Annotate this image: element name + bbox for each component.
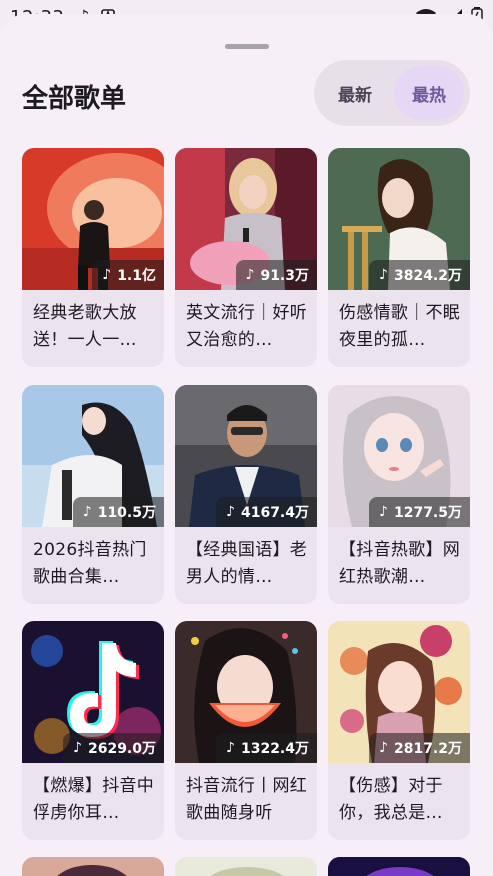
music-note-icon: ♪ bbox=[379, 267, 388, 283]
music-note-icon: ♪ bbox=[102, 267, 112, 283]
play-count: 2629.0万 bbox=[87, 741, 156, 757]
play-count: 1277.5万 bbox=[393, 505, 462, 521]
play-count-badge: ♪ 1322.4万 bbox=[216, 733, 317, 763]
play-count: 4167.4万 bbox=[240, 505, 309, 521]
playlist-title: 【抖音热歌】网红热歌潮… bbox=[339, 540, 461, 587]
playlist-cover: ♪ 2817.2万 bbox=[328, 621, 470, 763]
music-note-icon: ♪ bbox=[226, 504, 235, 520]
sort-toggle: 最新 最热 bbox=[314, 60, 470, 126]
playlist-cover: ♪ 2629.0万 bbox=[22, 621, 164, 763]
play-count-badge: ♪ 3824.2万 bbox=[369, 260, 470, 290]
play-count: 91.3万 bbox=[260, 268, 309, 284]
music-note-icon: ♪ bbox=[226, 740, 235, 756]
playlist-title: 【经典国语】老男人的情… bbox=[186, 540, 308, 587]
playlist-card[interactable]: ♪ 1.1亿 经典老歌大放送！一人一… bbox=[22, 148, 164, 367]
playlist-cover: ♪ 1.1亿 bbox=[22, 148, 164, 290]
music-note-icon: ♪ bbox=[82, 504, 92, 520]
playlist-title: 经典老歌大放送！一人一… bbox=[33, 303, 137, 350]
play-count: 2817.2万 bbox=[393, 741, 462, 757]
music-note-icon: ♪ bbox=[245, 267, 255, 283]
playlist-card[interactable]: ♪ 1322.4万 抖音流行丨网红歌曲随身听 bbox=[175, 621, 317, 840]
playlist-card[interactable]: ♪ 110.5万 2026抖音热门歌曲合集… bbox=[22, 385, 164, 604]
playlist-title: 英文流行｜好听又治愈的… bbox=[186, 303, 308, 350]
playlist-cover: ♪ 91.3万 bbox=[175, 148, 317, 290]
playlist-card[interactable]: ♪ 2629.0万 【燃爆】抖音中俘虏你耳… bbox=[22, 621, 164, 840]
play-count: 3824.2万 bbox=[393, 268, 462, 284]
play-count-badge: ♪ 2629.0万 bbox=[63, 733, 164, 763]
music-note-icon: ♪ bbox=[379, 504, 388, 520]
playlist-cover: ♪ 110.5万 bbox=[22, 385, 164, 527]
play-count-badge: ♪ 1277.5万 bbox=[369, 497, 470, 527]
play-count-badge: ♪ 2817.2万 bbox=[369, 733, 470, 763]
play-count-badge: ♪ 1.1亿 bbox=[92, 260, 164, 290]
page-title: 全部歌单 bbox=[22, 84, 127, 114]
tab-hottest[interactable]: 最热 bbox=[394, 66, 464, 120]
playlist-title: 2026抖音热门歌曲合集… bbox=[33, 540, 147, 587]
play-count: 1322.4万 bbox=[240, 741, 309, 757]
playlist-card[interactable]: ♪ 91.3万 英文流行｜好听又治愈的… bbox=[175, 148, 317, 367]
playlist-card[interactable]: ♪ 1277.5万 【抖音热歌】网红热歌潮… bbox=[328, 385, 470, 604]
playlist-title: 【伤感】对于你，我总是… bbox=[339, 776, 443, 823]
playlist-card[interactable]: ♪ 4167.4万 【经典国语】老男人的情… bbox=[175, 385, 317, 604]
playlist-title: 伤感情歌｜不眠夜里的孤… bbox=[339, 303, 461, 350]
playlist-card-partial[interactable] bbox=[175, 857, 317, 876]
play-count-badge: ♪ 91.3万 bbox=[235, 260, 317, 290]
play-count: 110.5万 bbox=[97, 505, 156, 521]
playlist-title: 抖音流行丨网红歌曲随身听 bbox=[186, 776, 308, 823]
play-count-badge: ♪ 110.5万 bbox=[72, 497, 164, 527]
play-count: 1.1亿 bbox=[117, 268, 156, 284]
playlist-cover: ♪ 4167.4万 bbox=[175, 385, 317, 527]
playlist-card-partial[interactable] bbox=[22, 857, 164, 876]
playlist-card[interactable]: ♪ 3824.2万 伤感情歌｜不眠夜里的孤… bbox=[328, 148, 470, 367]
playlist-card[interactable]: ♪ 2817.2万 【伤感】对于你，我总是… bbox=[328, 621, 470, 840]
playlist-cover: ♪ 1322.4万 bbox=[175, 621, 317, 763]
playlist-cover: ♪ 3824.2万 bbox=[328, 148, 470, 290]
playlist-cover: ♪ 1277.5万 bbox=[328, 385, 470, 527]
music-note-icon: ♪ bbox=[379, 740, 388, 756]
playlist-title: 【燃爆】抖音中俘虏你耳… bbox=[33, 776, 155, 823]
tab-newest[interactable]: 最新 bbox=[320, 66, 390, 120]
drag-handle[interactable] bbox=[225, 44, 269, 49]
music-note-icon: ♪ bbox=[73, 740, 82, 756]
playlist-card-partial[interactable] bbox=[328, 857, 470, 876]
play-count-badge: ♪ 4167.4万 bbox=[216, 497, 317, 527]
